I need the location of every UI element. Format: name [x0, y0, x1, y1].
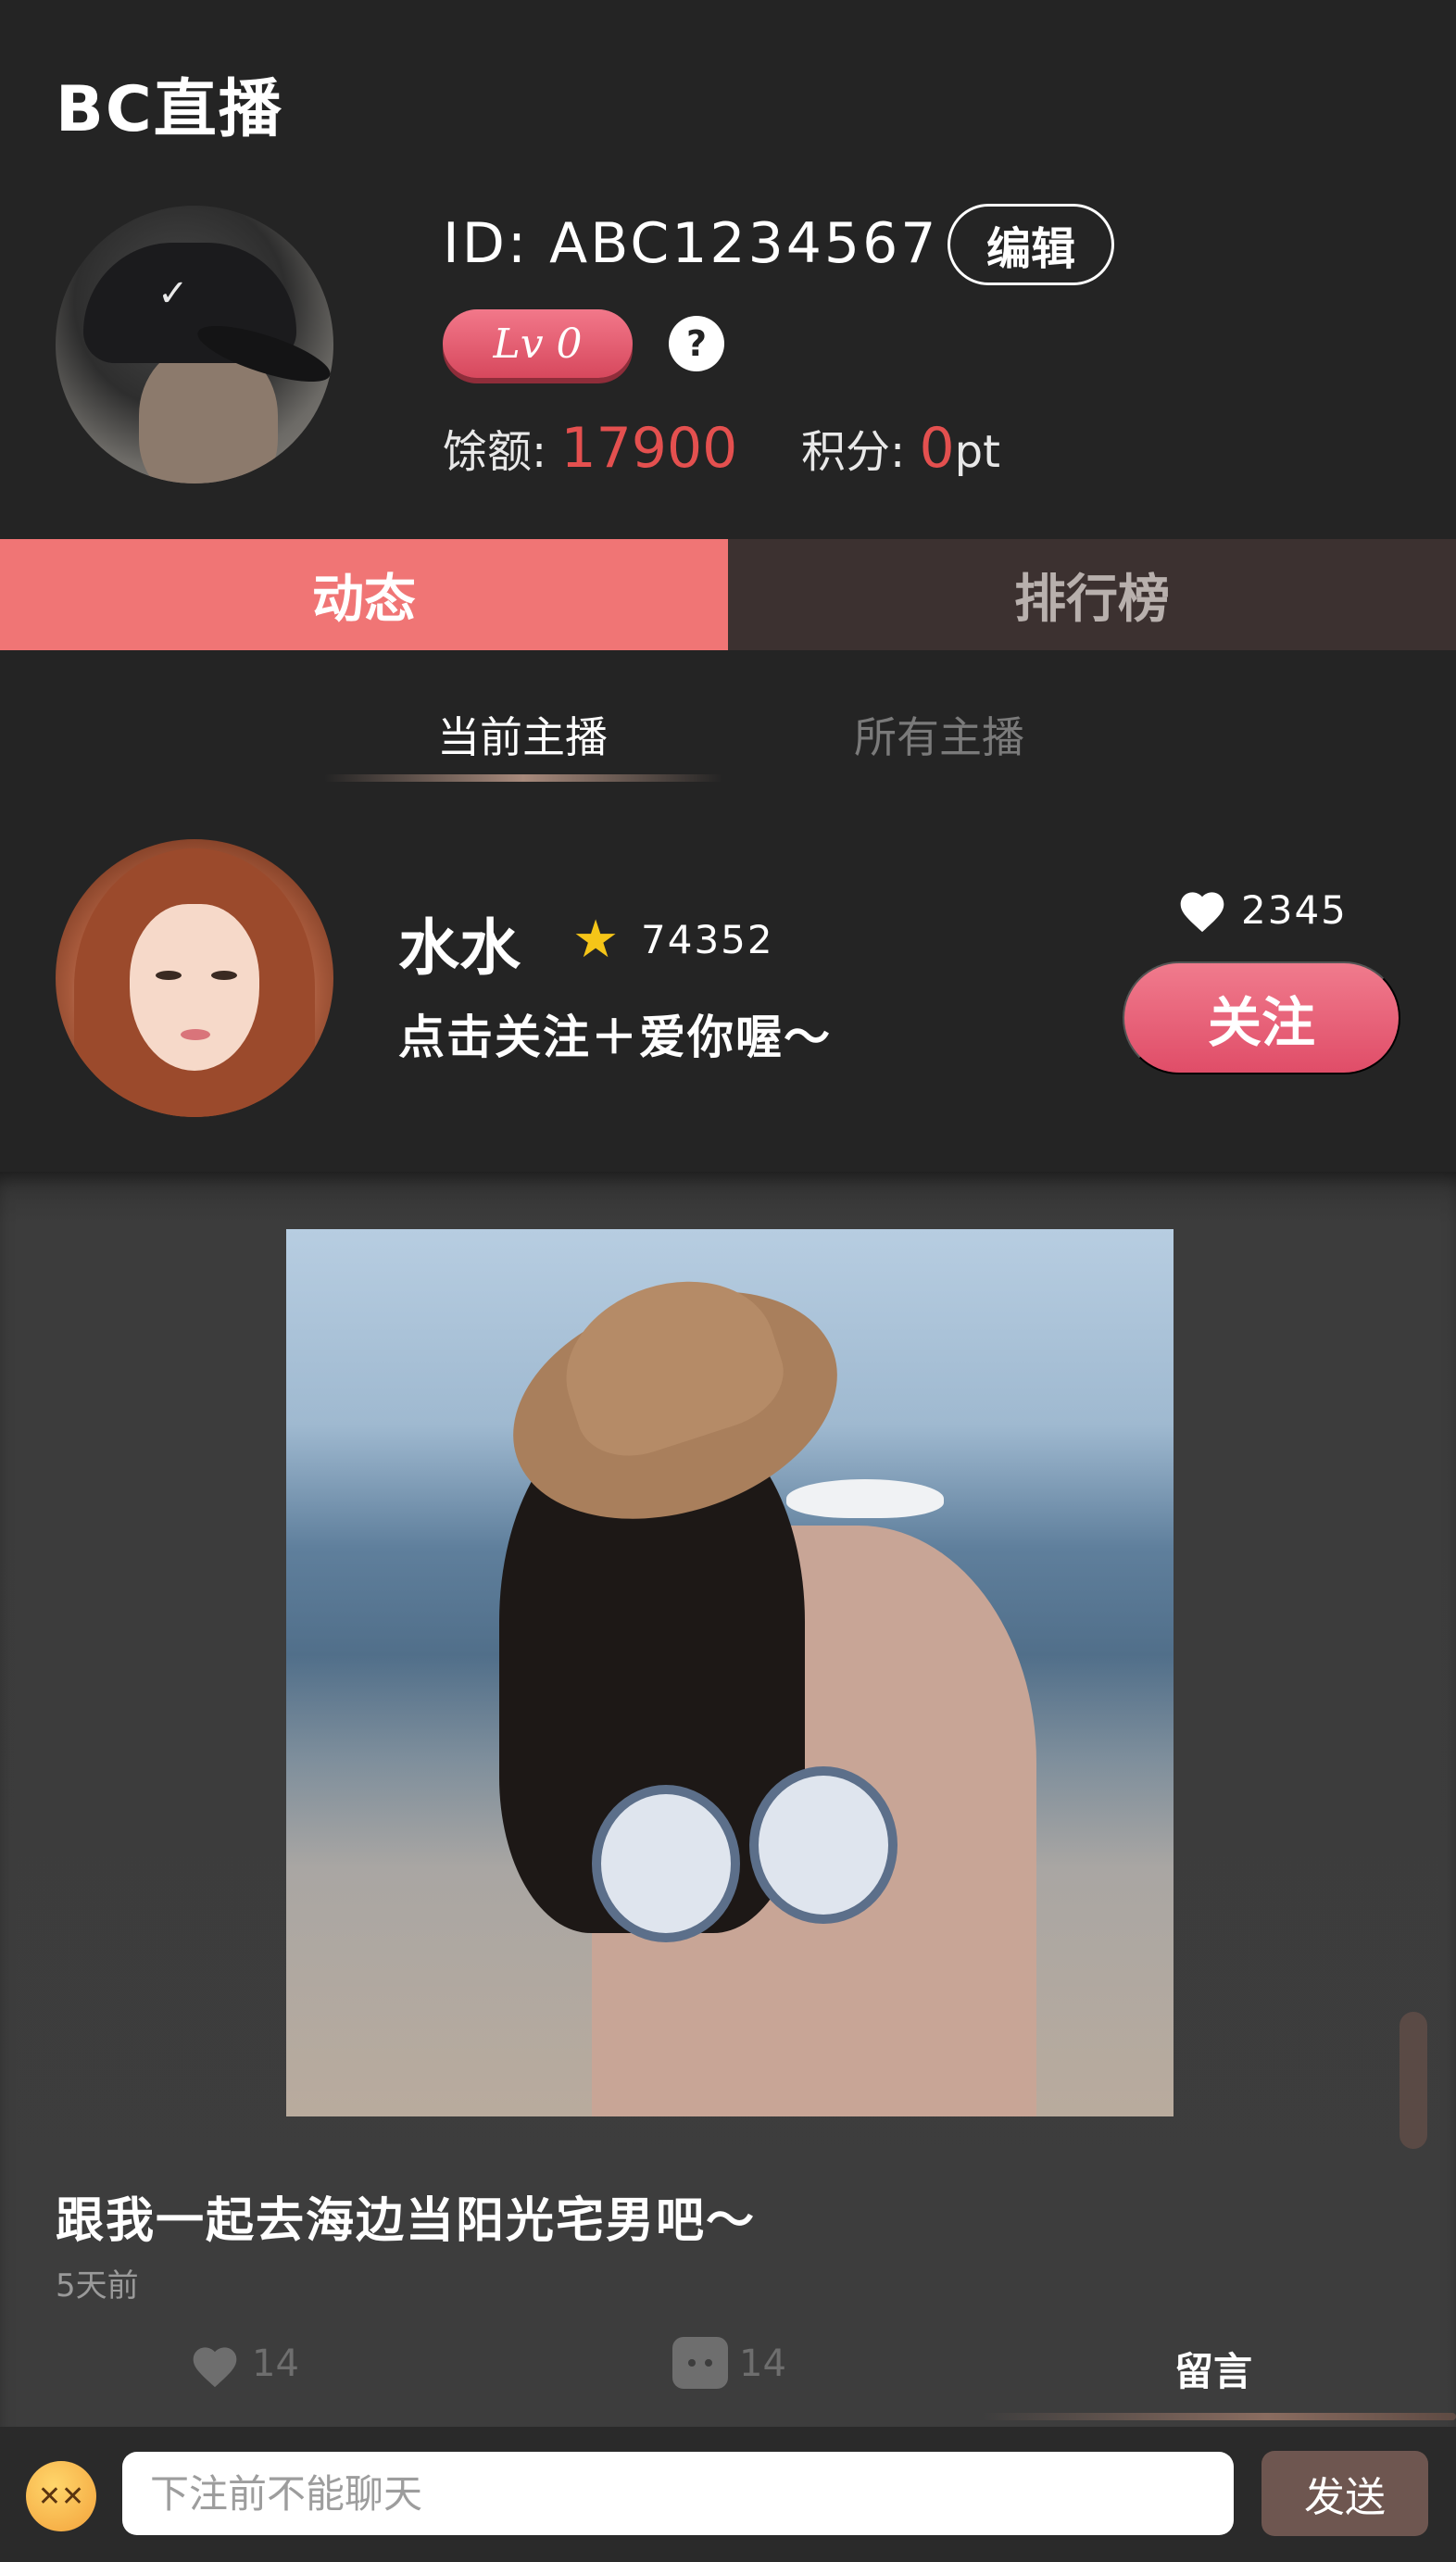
tab-ranking[interactable]: 排行榜 [728, 539, 1456, 650]
post-timestamp: 5天前 [56, 2267, 139, 2305]
avatar-eye [211, 971, 237, 980]
avatar-lips [181, 1029, 210, 1040]
edit-profile-button[interactable]: 编辑 [948, 204, 1114, 285]
star-count: 74352 [641, 917, 774, 962]
post-comment-count: 14 [739, 2342, 786, 2385]
balance-stat: 馀额: 17900 [443, 415, 737, 481]
post-like-count: 14 [252, 2342, 299, 2385]
like-icon[interactable] [189, 2341, 241, 2389]
points-unit: pt [954, 426, 1000, 478]
points-stat: 积分: 0pt [801, 415, 1000, 481]
star-icon: ★ [572, 910, 620, 970]
streamer-name: 水水 [398, 912, 521, 984]
level-badge: Lv 0 [443, 309, 633, 378]
avatar-eye [156, 971, 182, 980]
user-avatar[interactable]: ✓ [56, 206, 333, 484]
post-caption: 跟我一起去海边当阳光宅男吧～ [56, 2193, 757, 2249]
reply-button[interactable]: 留言 [1174, 2341, 1252, 2397]
reply-indicator [982, 2413, 1456, 2420]
post-photo[interactable] [286, 1229, 1174, 2116]
streamer-like-count: 2345 [1241, 887, 1348, 933]
tab-feed[interactable]: 动态 [0, 539, 728, 650]
follow-button[interactable]: 关注 [1123, 961, 1400, 1074]
photo-swimsuit-left [592, 1785, 740, 1942]
sub-tab-current-streamer[interactable]: 当前主播 [437, 704, 608, 765]
heart-icon [1180, 892, 1224, 933]
app-title: BC直播 [56, 73, 283, 146]
emoji-icon[interactable]: ✕✕ [26, 2461, 96, 2531]
chat-input[interactable] [122, 2452, 1234, 2535]
main-tab-bar: 动态 排行榜 [0, 539, 1456, 650]
points-label: 积分: [801, 426, 920, 478]
photo-swimsuit-right [749, 1766, 897, 1924]
photo-boat [786, 1479, 944, 1518]
avatar-face [130, 904, 259, 1071]
send-button[interactable]: 发送 [1261, 2451, 1428, 2536]
feed-post: 跟我一起去海边当阳光宅男吧～ 5天前 14 14 留言 [0, 1172, 1456, 2468]
sub-tab-all-streamers[interactable]: 所有主播 [854, 704, 1024, 765]
sub-tab-indicator [324, 774, 722, 782]
help-icon[interactable]: ? [669, 316, 724, 371]
streamer-avatar[interactable] [56, 839, 333, 1117]
balance-value: 17900 [560, 416, 738, 481]
sub-tab-bar: 当前主播 所有主播 [0, 704, 1456, 787]
comment-icon[interactable] [672, 2337, 728, 2389]
user-id: ID: ABC1234567 [443, 211, 939, 276]
balance-label: 馀额: [443, 426, 561, 478]
scrollbar[interactable] [1400, 2012, 1427, 2149]
cap-logo-icon: ✓ [157, 272, 189, 315]
chat-bar: ✕✕ 发送 [0, 2427, 1456, 2562]
streamer-slogan: 点击关注＋爱你喔～ [398, 1011, 832, 1064]
points-value: 0 [919, 416, 955, 481]
